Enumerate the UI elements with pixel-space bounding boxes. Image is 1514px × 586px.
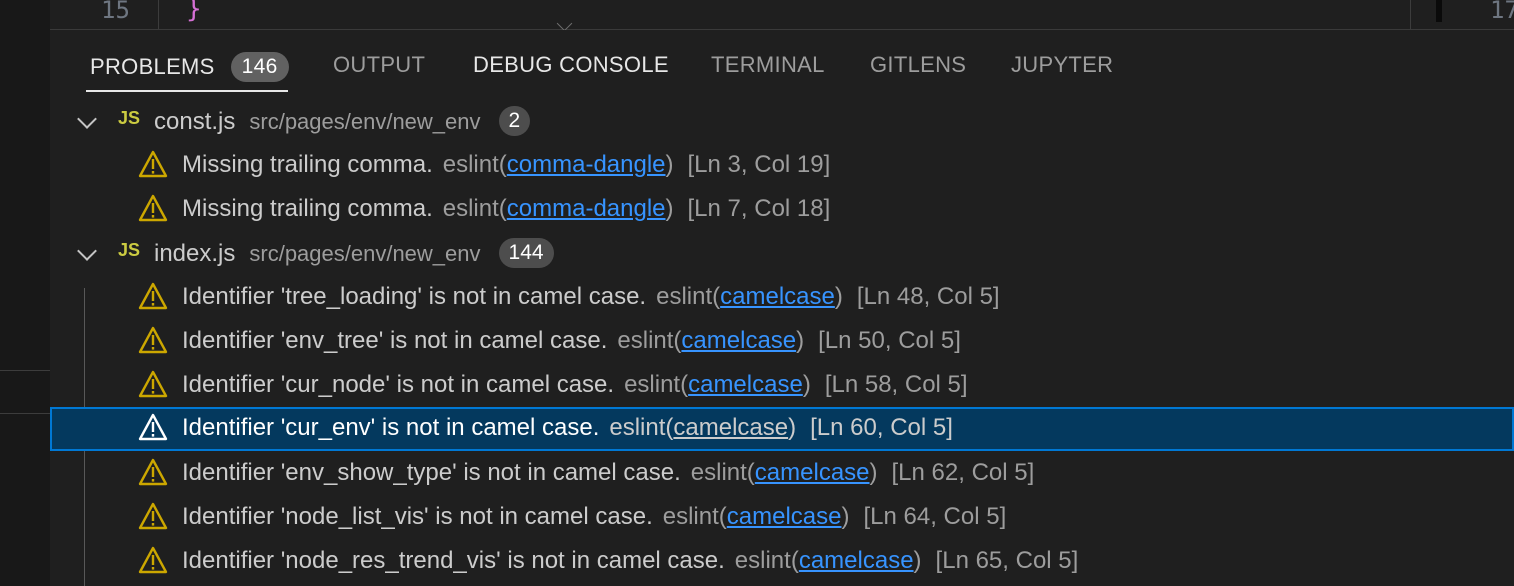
- minimap-edge: [1410, 0, 1411, 29]
- problem-text: Identifier 'tree_loading' is not in came…: [182, 283, 1000, 310]
- line-number: 15: [101, 0, 130, 24]
- problem-row[interactable]: Identifier 'node_list_vis' is not in cam…: [50, 496, 1514, 540]
- warning-icon: [138, 282, 168, 310]
- warning-icon: [138, 502, 168, 530]
- active-tab-indicator: [86, 90, 288, 92]
- problem-row[interactable]: Identifier 'cur_node' is not in camel ca…: [50, 364, 1514, 408]
- problems-count-badge: 146: [230, 52, 289, 82]
- problem-source: eslint: [734, 547, 791, 574]
- problem-location: [Ln 62, Col 5]: [891, 459, 1035, 486]
- file-group-header[interactable]: JS const.js src/pages/env/new_env 2: [50, 100, 1514, 144]
- problem-row-selected[interactable]: Identifier 'cur_env' is not in camel cas…: [50, 407, 1514, 451]
- rule-link[interactable]: camelcase: [799, 547, 914, 574]
- tab-gitlens[interactable]: GITLENS: [870, 52, 966, 78]
- chevron-down-icon[interactable]: [77, 241, 97, 261]
- chevron-down-icon[interactable]: [77, 109, 97, 129]
- tab-debug-console[interactable]: DEBUG CONSOLE: [473, 52, 669, 78]
- problem-text: Missing trailing comma. eslint(comma-dang…: [182, 151, 831, 178]
- problem-location: [Ln 58, Col 5]: [824, 371, 968, 398]
- problem-text: Identifier 'node_list_vis' is not in cam…: [182, 503, 1007, 530]
- problem-location: [Ln 7, Col 18]: [687, 195, 831, 222]
- problem-source: eslint: [442, 151, 499, 178]
- problem-source: eslint: [656, 283, 713, 310]
- rule-link[interactable]: camelcase: [720, 283, 835, 310]
- problem-message: Missing trailing comma.: [182, 195, 433, 222]
- rule-link[interactable]: comma-dangle: [507, 195, 666, 222]
- file-problem-count: 2: [498, 106, 531, 136]
- problem-source: eslint: [617, 327, 674, 354]
- problem-location: [Ln 50, Col 5]: [818, 327, 961, 354]
- problem-message: Identifier 'cur_env' is not in camel cas…: [182, 414, 600, 441]
- tab-output[interactable]: OUTPUT: [333, 52, 425, 78]
- file-path: src/pages/env/new_env: [249, 241, 481, 266]
- warning-icon: [138, 370, 168, 398]
- file-label: const.js src/pages/env/new_env 2: [154, 106, 531, 136]
- problem-source: eslint: [624, 371, 681, 398]
- file-path: src/pages/env/new_env: [249, 109, 481, 134]
- problems-panel: PROBLEMS 146 OUTPUT DEBUG CONSOLE TERMINA…: [50, 30, 1514, 586]
- problem-text: Identifier 'node_res_trend_vis' is not i…: [182, 547, 1079, 574]
- problem-text: Identifier 'env_tree' is not in camel ca…: [182, 327, 961, 354]
- tab-jupyter[interactable]: JUPYTER: [1011, 52, 1113, 78]
- warning-icon: [138, 194, 168, 222]
- rule-link[interactable]: camelcase: [755, 459, 870, 486]
- problem-row[interactable]: Identifier 'env_show_type' is not in cam…: [50, 452, 1514, 496]
- warning-icon: [138, 413, 168, 441]
- divider: [0, 413, 50, 414]
- file-name: index.js: [154, 240, 236, 267]
- problem-location: [Ln 64, Col 5]: [863, 503, 1007, 530]
- file-name: const.js: [154, 108, 236, 135]
- file-label: index.js src/pages/env/new_env 144: [154, 238, 554, 268]
- problem-message: Identifier 'env_tree' is not in camel ca…: [182, 327, 608, 354]
- left-sidebar-strip: [0, 0, 50, 586]
- rule-link[interactable]: camelcase: [681, 327, 796, 354]
- problem-location: [Ln 3, Col 19]: [687, 151, 831, 178]
- problem-source: eslint: [609, 414, 666, 441]
- divider: [0, 370, 50, 371]
- problem-message: Identifier 'cur_node' is not in camel ca…: [182, 371, 615, 398]
- panel-tab-bar: PROBLEMS 146 OUTPUT DEBUG CONSOLE TERMINA…: [50, 30, 1514, 94]
- tab-problems[interactable]: PROBLEMS 146: [90, 52, 289, 82]
- problem-location: [Ln 48, Col 5]: [856, 283, 1000, 310]
- javascript-file-icon: JS: [118, 240, 141, 260]
- problem-message: Missing trailing comma.: [182, 151, 433, 178]
- tab-terminal[interactable]: TERMINAL: [711, 52, 825, 78]
- problem-message: Identifier 'env_show_type' is not in cam…: [182, 459, 681, 486]
- problem-source: eslint: [442, 195, 499, 222]
- javascript-file-icon: JS: [118, 108, 141, 128]
- rule-link[interactable]: camelcase: [688, 371, 803, 398]
- tab-label: PROBLEMS: [90, 54, 215, 79]
- problem-location: [Ln 65, Col 5]: [935, 547, 1079, 574]
- editor-area[interactable]: 15 } 17: [50, 0, 1514, 30]
- problem-row[interactable]: Identifier 'tree_loading' is not in came…: [50, 276, 1514, 320]
- problem-row[interactable]: Identifier 'node_res_trend_vis' is not i…: [50, 540, 1514, 584]
- problem-text: Identifier 'cur_node' is not in camel ca…: [182, 371, 968, 398]
- file-problem-count: 144: [498, 238, 554, 268]
- warning-icon: [138, 458, 168, 486]
- problem-text: Identifier 'env_show_type' is not in cam…: [182, 459, 1035, 486]
- line-number-right: 17: [1490, 0, 1514, 24]
- problem-row[interactable]: Missing trailing comma. eslint(comma-dang…: [50, 144, 1514, 188]
- warning-icon: [138, 546, 168, 574]
- problem-location: [Ln 60, Col 5]: [810, 414, 953, 441]
- rule-link[interactable]: camelcase: [673, 414, 788, 441]
- warning-icon: [138, 326, 168, 354]
- minimap-slider[interactable]: [1436, 0, 1442, 22]
- rule-link[interactable]: comma-dangle: [507, 151, 666, 178]
- problem-row[interactable]: Missing trailing comma. eslint(comma-dang…: [50, 188, 1514, 232]
- code-line[interactable]: }: [186, 0, 202, 24]
- warning-icon: [138, 150, 168, 178]
- problem-message: Identifier 'node_res_trend_vis' is not i…: [182, 547, 725, 574]
- problem-message: Identifier 'node_list_vis' is not in cam…: [182, 503, 653, 530]
- problem-text: Identifier 'cur_env' is not in camel cas…: [182, 414, 953, 441]
- problem-source: eslint: [662, 503, 719, 530]
- problem-message: Identifier 'tree_loading' is not in came…: [182, 283, 647, 310]
- file-group-header[interactable]: JS index.js src/pages/env/new_env 144: [50, 232, 1514, 276]
- gutter-divider: [158, 0, 159, 29]
- problem-text: Missing trailing comma. eslint(comma-dang…: [182, 195, 831, 222]
- rule-link[interactable]: camelcase: [727, 503, 842, 530]
- problem-source: eslint: [690, 459, 747, 486]
- problem-row[interactable]: Identifier 'env_tree' is not in camel ca…: [50, 320, 1514, 364]
